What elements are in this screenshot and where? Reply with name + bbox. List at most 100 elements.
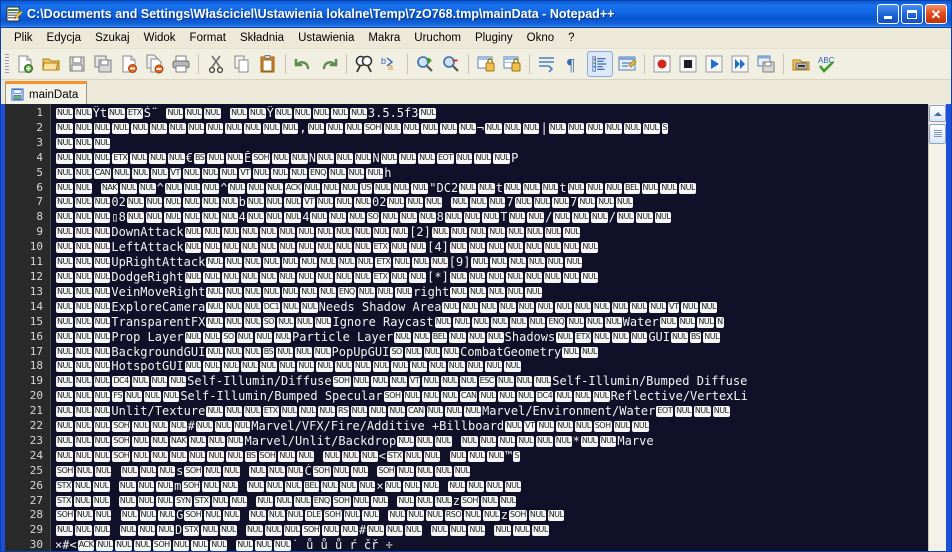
- control-char-glyph: NUL: [415, 435, 433, 447]
- control-char-glyph: NUL: [697, 316, 715, 328]
- menu-item-help[interactable]: ?: [561, 30, 581, 46]
- record-macro-icon[interactable]: [650, 52, 674, 76]
- control-char-glyph: NUL: [451, 197, 468, 209]
- toolbar-grip[interactable]: [5, 54, 9, 74]
- control-char-glyph: NUL: [567, 122, 585, 134]
- minimize-icon[interactable]: [877, 4, 899, 24]
- user-defined-dialog-icon[interactable]: [615, 52, 639, 76]
- find-icon[interactable]: [352, 52, 376, 76]
- menu-item-format[interactable]: Format: [183, 30, 233, 46]
- control-char-glyph: NUL: [243, 301, 261, 313]
- vertical-scrollbar[interactable]: [928, 104, 946, 551]
- control-char-glyph: NUL: [429, 361, 446, 373]
- new-file-icon[interactable]: [13, 52, 37, 76]
- save-icon[interactable]: [65, 52, 89, 76]
- control-char-glyph: NAK: [169, 435, 188, 447]
- save-all-icon[interactable]: [91, 52, 115, 76]
- redo-icon[interactable]: [317, 52, 341, 76]
- control-char-glyph: NUL: [578, 197, 596, 209]
- menu-item-pluginy[interactable]: Pluginy: [468, 30, 520, 46]
- indent-guide-icon[interactable]: [587, 51, 613, 77]
- scroll-thumb[interactable]: [929, 124, 946, 144]
- menu-item-edycja[interactable]: Edycja: [40, 30, 89, 46]
- find-replace-icon[interactable]: ba: [378, 52, 402, 76]
- code-line: NUL NUL NUL DC4 NUL NUL NUL Self-Illumin/Diffus…: [51, 374, 928, 389]
- menu-item-makra[interactable]: Makra: [361, 30, 407, 46]
- control-char-glyph: NUL: [536, 435, 553, 447]
- control-char-glyph: NUL: [74, 122, 92, 134]
- control-char-glyph: BEL: [303, 480, 320, 492]
- menu-item-widok[interactable]: Widok: [137, 30, 183, 46]
- menu-item-ustawienia[interactable]: Ustawienia: [291, 30, 361, 46]
- code-text: 8: [436, 210, 444, 225]
- control-char-glyph: NUL: [313, 346, 331, 358]
- open-folder-icon[interactable]: [39, 52, 63, 76]
- control-char-glyph: NUL: [222, 242, 240, 254]
- control-char-glyph: SOH: [56, 465, 74, 477]
- print-icon[interactable]: [169, 52, 193, 76]
- control-char-glyph: SOH: [593, 421, 612, 433]
- control-char-glyph: NUL: [241, 271, 258, 283]
- control-char-glyph: NUL: [482, 510, 500, 522]
- control-char-glyph: NUL: [397, 465, 415, 477]
- menu-item-szukaj[interactable]: Szukaj: [88, 30, 137, 46]
- control-char-glyph: NUL: [422, 480, 440, 492]
- control-char-glyph: NUL: [74, 212, 92, 224]
- cut-icon[interactable]: [204, 52, 228, 76]
- menu-item-okno[interactable]: Okno: [520, 30, 562, 46]
- sync-vertical-icon[interactable]: [474, 52, 498, 76]
- paste-icon[interactable]: [256, 52, 280, 76]
- menu-item-uruchom[interactable]: Uruchom: [407, 30, 468, 46]
- control-char-glyph: NUL: [503, 122, 521, 134]
- control-char-glyph: NUL: [562, 346, 580, 358]
- control-char-glyph: NUL: [187, 122, 205, 134]
- stop-recording-icon[interactable]: [676, 52, 700, 76]
- control-char-glyph: NUL: [515, 376, 533, 388]
- zoom-out-icon[interactable]: [439, 52, 463, 76]
- code-line: NUL NUL NUL VeinMoveRight NUL NUL NUL NUL NUL NUL…: [51, 285, 928, 300]
- control-char-glyph: NUL: [202, 182, 220, 194]
- editor-area: 1 2 3 4 5 6 7 8 9 10 11 12 13 14 15 16 17 18 19 20 21 22 23 24 2…: [1, 104, 951, 551]
- control-char-glyph: NUL: [303, 182, 321, 194]
- close-icon[interactable]: ✕: [925, 4, 947, 24]
- menu-item-skladnia[interactable]: Składnia: [233, 30, 291, 46]
- control-char-glyph: NUL: [73, 480, 91, 492]
- word-wrap-icon[interactable]: [535, 52, 559, 76]
- saved-file-icon: [11, 88, 24, 101]
- tab-maindata[interactable]: mainData: [5, 81, 88, 105]
- show-all-characters-icon[interactable]: ¶: [561, 52, 585, 76]
- control-char-glyph: NUL: [56, 108, 73, 119]
- copy-icon[interactable]: [230, 52, 254, 76]
- control-char-glyph: NUL: [131, 122, 148, 134]
- play-macro-icon[interactable]: [702, 52, 726, 76]
- control-char-glyph: NUL: [241, 242, 258, 254]
- code-text: ×#<: [55, 538, 77, 551]
- maximize-icon[interactable]: [901, 4, 923, 24]
- control-char-glyph: STX: [56, 495, 72, 507]
- control-char-glyph: NUL: [581, 242, 599, 254]
- zoom-in-icon[interactable]: [413, 52, 437, 76]
- control-char-glyph: NUL: [164, 197, 182, 209]
- code-line: SOH NUL NUL NUL NUL NUL G SOH NUL NUL NUL NUL NUL D…: [51, 508, 928, 523]
- control-char-glyph: CAN: [93, 167, 112, 179]
- run-macro-multiple-icon[interactable]: [728, 52, 752, 76]
- control-char-glyph: NUL: [472, 316, 490, 328]
- spellcheck-icon[interactable]: ABC: [815, 52, 839, 76]
- code-content[interactable]: NUL NUL Ÿt NUL ETX Ś¨ NUL NUL NUL NUL NUL Ÿ NUL NUL…: [51, 104, 928, 551]
- control-char-glyph: NUL: [262, 286, 280, 298]
- run-icon[interactable]: [789, 52, 813, 76]
- close-all-files-icon[interactable]: [143, 52, 167, 76]
- control-char-glyph: NUL: [362, 510, 380, 522]
- code-text: |: [540, 120, 548, 135]
- menu-item-plik[interactable]: Plik: [7, 30, 40, 46]
- control-char-glyph: NUL: [552, 197, 570, 209]
- save-macro-icon[interactable]: [754, 52, 778, 76]
- control-char-glyph: NUL: [679, 182, 696, 194]
- undo-icon[interactable]: [291, 52, 315, 76]
- close-file-icon[interactable]: [117, 52, 141, 76]
- sync-horizontal-icon[interactable]: [500, 52, 524, 76]
- toolbar-separator: [407, 54, 408, 74]
- control-char-glyph: NUL: [335, 197, 353, 209]
- scroll-up-arrow-icon[interactable]: [929, 105, 946, 122]
